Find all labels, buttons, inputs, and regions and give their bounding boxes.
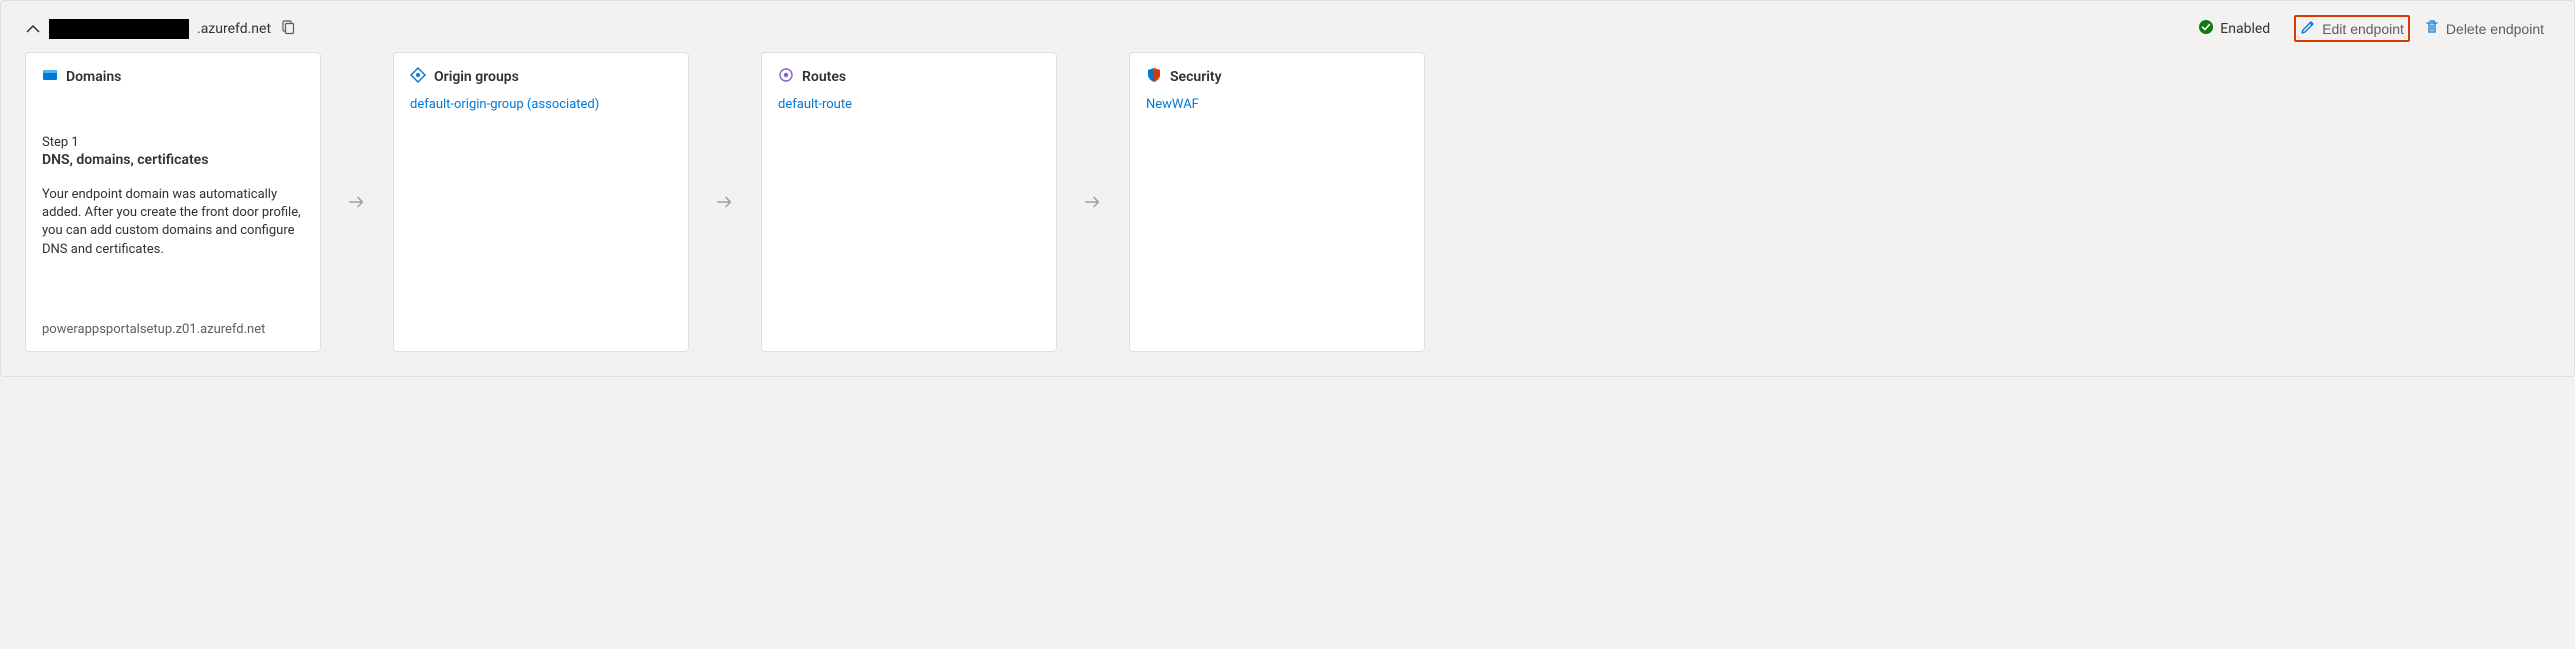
origin-groups-title: Origin groups <box>434 69 519 85</box>
cards-row: Domains Step 1 DNS, domains, certificate… <box>1 52 2574 376</box>
pencil-icon <box>2300 19 2316 38</box>
endpoint-hostname-redacted <box>49 19 189 39</box>
domains-step-title: DNS, domains, certificates <box>42 152 304 168</box>
hostname-suffix: .azurefd.net <box>197 21 271 37</box>
domains-title: Domains <box>66 69 121 85</box>
security-link[interactable]: NewWAF <box>1146 97 1408 112</box>
trash-icon <box>2424 19 2440 38</box>
arrow-divider <box>1069 52 1117 352</box>
arrow-divider <box>333 52 381 352</box>
routes-title: Routes <box>802 69 846 85</box>
delete-endpoint-label: Delete endpoint <box>2446 21 2544 37</box>
security-icon <box>1146 67 1162 87</box>
route-link[interactable]: default-route <box>778 97 1040 112</box>
edit-endpoint-label: Edit endpoint <box>2322 21 2404 37</box>
copy-icon[interactable] <box>279 19 295 39</box>
origin-group-link[interactable]: default-origin-group (associated) <box>410 97 672 112</box>
routes-icon <box>778 67 794 87</box>
endpoint-header: .azurefd.net Enabled Edit endpoint Delet… <box>1 1 2574 52</box>
domains-step-label: Step 1 <box>42 135 304 150</box>
security-card: Security NewWAF <box>1129 52 1425 352</box>
domains-icon <box>42 67 58 87</box>
origin-groups-card: Origin groups default-origin-group (asso… <box>393 52 689 352</box>
origin-groups-icon <box>410 67 426 87</box>
domains-description: Your endpoint domain was automatically a… <box>42 186 304 259</box>
security-title: Security <box>1170 69 1222 85</box>
routes-card: Routes default-route <box>761 52 1057 352</box>
status-enabled: Enabled <box>2198 19 2270 39</box>
status-label: Enabled <box>2220 21 2270 37</box>
endpoint-panel: .azurefd.net Enabled Edit endpoint Delet… <box>0 0 2575 377</box>
check-circle-icon <box>2198 19 2214 39</box>
edit-endpoint-button[interactable]: Edit endpoint <box>2294 15 2410 42</box>
domains-footer-hostname: powerappsportalsetup.z01.azurefd.net <box>42 302 304 337</box>
collapse-chevron-icon[interactable] <box>25 21 41 37</box>
domains-card: Domains Step 1 DNS, domains, certificate… <box>25 52 321 352</box>
delete-endpoint-button[interactable]: Delete endpoint <box>2418 15 2550 42</box>
arrow-divider <box>701 52 749 352</box>
